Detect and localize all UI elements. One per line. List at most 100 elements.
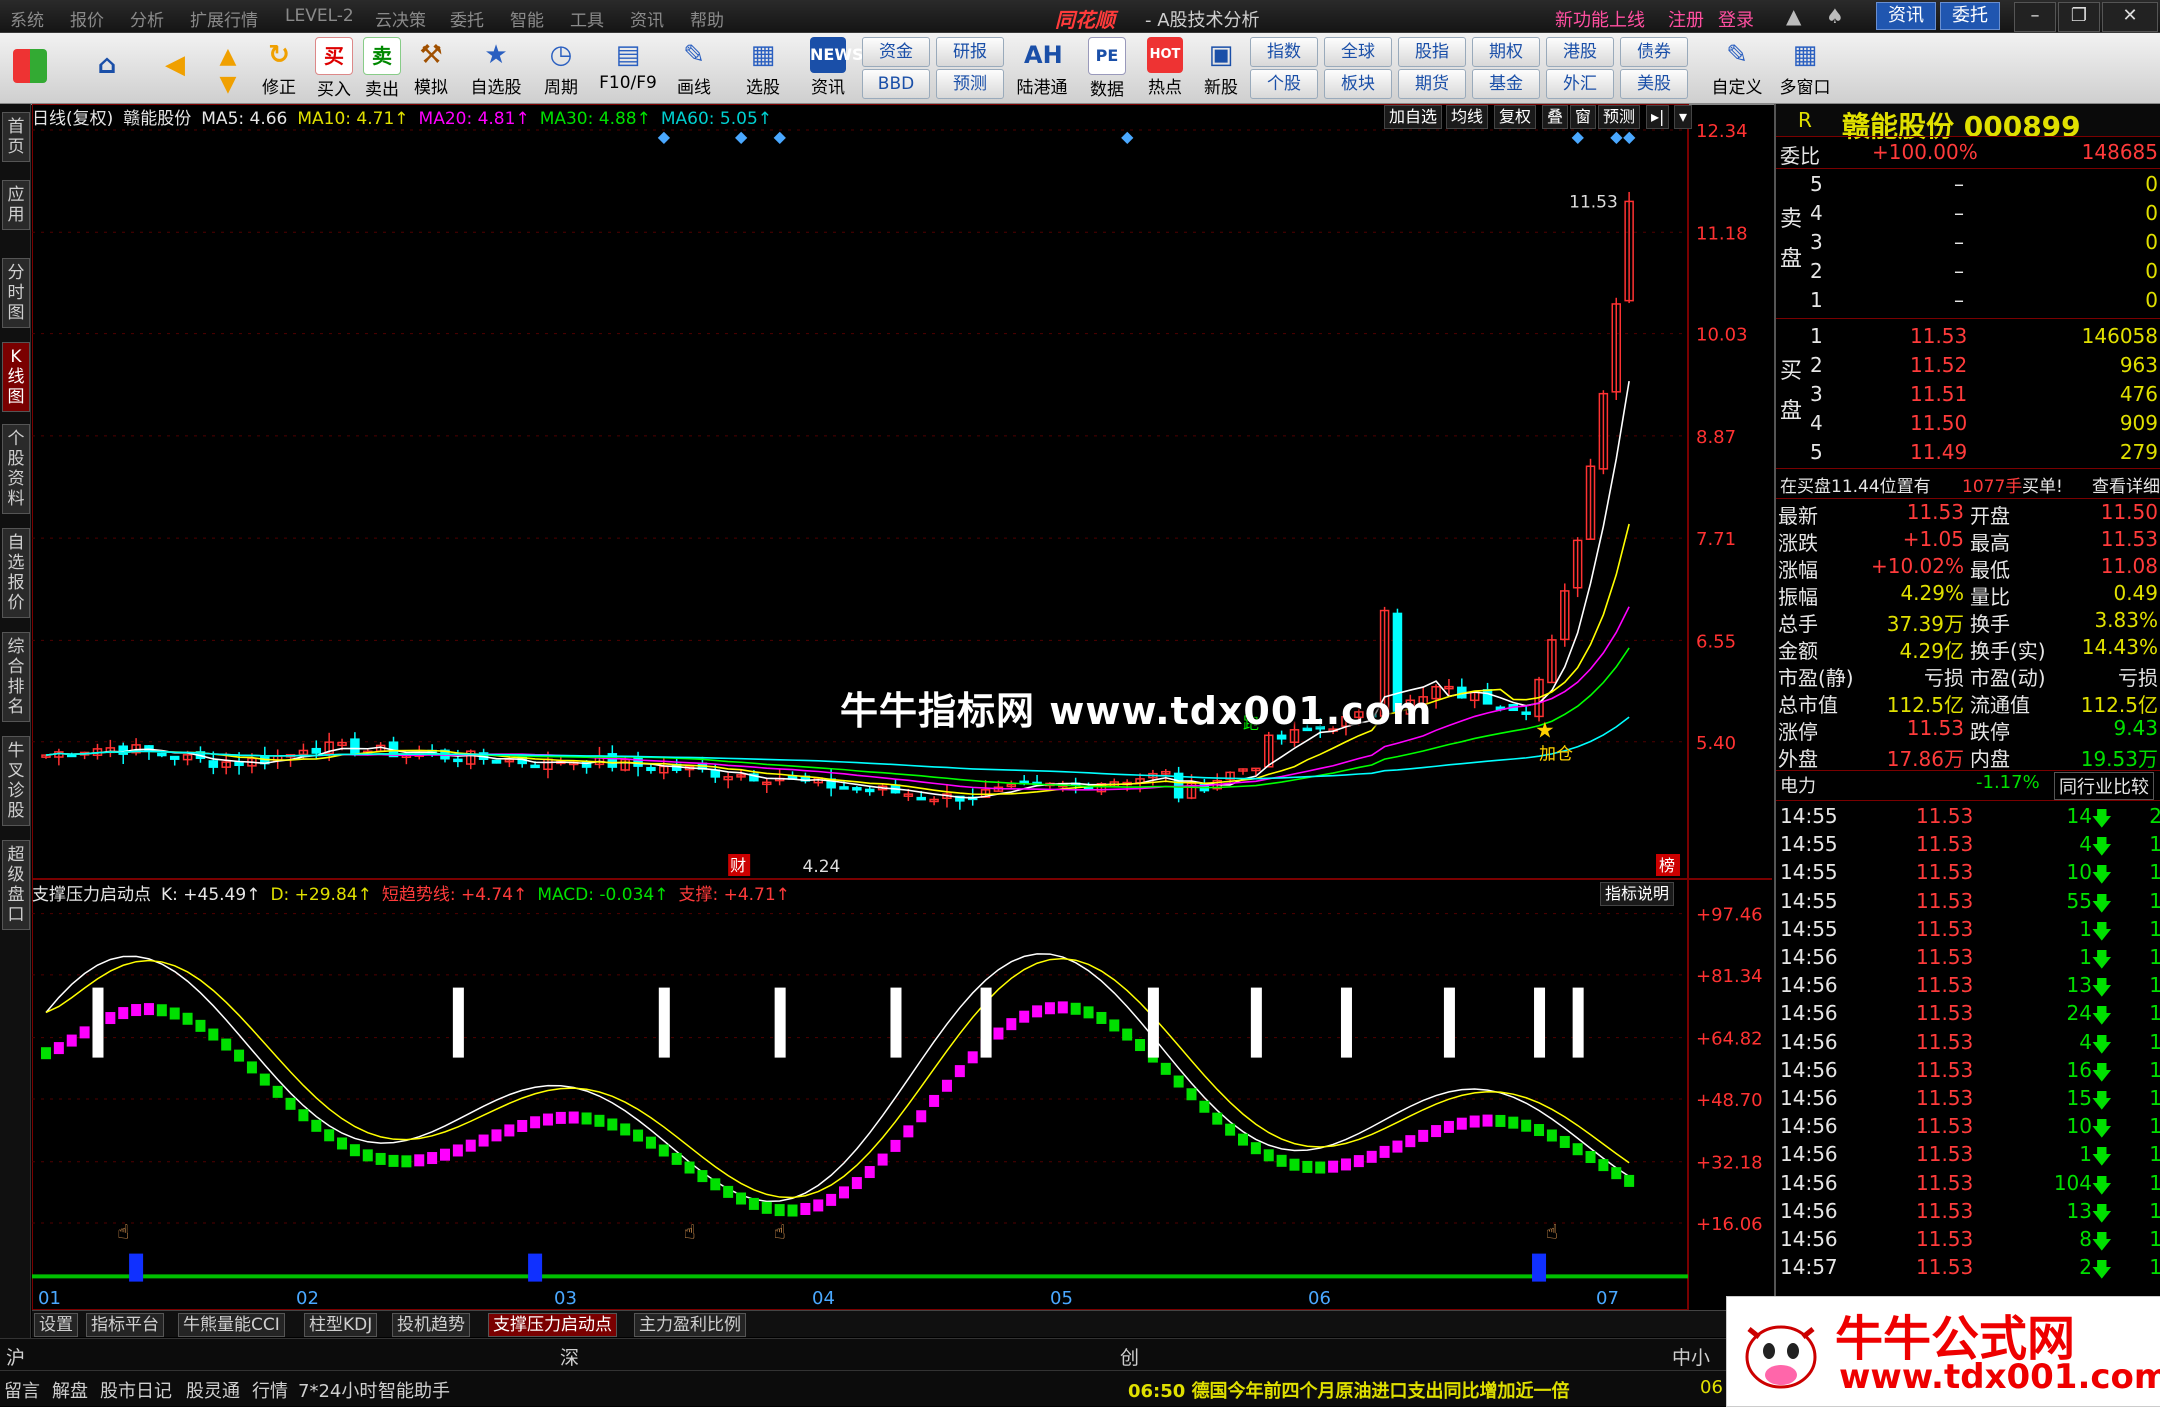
index-zx[interactable]: 中小 <box>1672 1343 1710 1370</box>
bell-icon[interactable]: ▲ <box>1786 4 1801 28</box>
tab-profile[interactable]: 个股资料 <box>2 424 30 514</box>
f10-button[interactable]: ▤ F10/F9 <box>596 35 660 101</box>
login-link[interactable]: 登录 <box>1718 6 1754 32</box>
index-sz[interactable]: 深 <box>560 1343 579 1370</box>
custom-button[interactable]: ✎ 自定义 <box>1706 35 1768 101</box>
ask-price[interactable]: – <box>1954 201 1964 225</box>
hot-button[interactable]: HOT 热点 <box>1140 35 1190 101</box>
watchlist-button[interactable]: ★ 自选股 <box>466 35 526 101</box>
sector-compare-button[interactable]: 同行业比较 <box>2054 772 2154 800</box>
tab-support-pressure[interactable]: 支撑压力启动点 <box>488 1313 617 1337</box>
candle-body[interactable] <box>350 738 360 756</box>
bid-price[interactable]: 11.52 <box>1910 353 1967 377</box>
index-sh[interactable]: 沪 <box>6 1343 25 1370</box>
trade-button[interactable]: 委托 <box>1940 2 2000 30</box>
status-gulingtong[interactable]: 股灵通 <box>186 1377 240 1403</box>
status-analysis[interactable]: 解盘 <box>52 1377 88 1403</box>
market-us[interactable]: 美股 <box>1620 69 1688 99</box>
menu-trade[interactable]: 委托 <box>450 6 484 31</box>
register-link[interactable]: 注册 <box>1668 6 1704 32</box>
market-fx[interactable]: 外汇 <box>1546 69 1614 99</box>
menu-system[interactable]: 系统 <box>10 6 44 31</box>
quick-forecast[interactable]: 预测 <box>936 69 1004 99</box>
menu-cloud[interactable]: 云决策 <box>375 6 426 31</box>
buy-button[interactable]: 买买入 <box>314 35 354 101</box>
market-options[interactable]: 期权 <box>1472 37 1540 67</box>
candle-body[interactable] <box>916 796 926 801</box>
bid-price[interactable]: 11.50 <box>1910 411 1967 435</box>
tab-apps[interactable]: 应用 <box>2 180 30 230</box>
market-funds[interactable]: 基金 <box>1472 69 1540 99</box>
menu-ext-quote[interactable]: 扩展行情 <box>190 6 258 31</box>
tab-main-profit[interactable]: 主力盈利比例 <box>634 1313 746 1337</box>
news-tool-button[interactable]: NEWS 资讯 <box>800 35 864 101</box>
news-ticker[interactable]: 06:50 德国今年前四个月原油进口支出同比增加近一倍 <box>1128 1377 1570 1403</box>
multi-window-button[interactable]: ▦ 多窗口 <box>1774 35 1836 101</box>
market-stockindex[interactable]: 股指 <box>1398 37 1466 67</box>
tab-spec-trend[interactable]: 投机趋势 <box>392 1313 470 1337</box>
status-message[interactable]: 留言 <box>4 1377 40 1403</box>
ask-price[interactable]: – <box>1954 259 1964 283</box>
candle-body[interactable] <box>864 788 875 793</box>
dropdown-icon[interactable]: ▾ <box>1674 105 1693 129</box>
restore-icon[interactable]: ❐ <box>2058 2 2100 32</box>
candle-body[interactable] <box>1482 689 1493 705</box>
tab-settings[interactable]: 设置 <box>34 1313 78 1337</box>
back-arrow-icon[interactable]: ◀ <box>150 35 200 101</box>
tab-watch-quote[interactable]: 自选报价 <box>2 528 30 618</box>
quick-bbd[interactable]: BBD <box>862 69 930 99</box>
tab-kline[interactable]: K线图 <box>2 342 30 412</box>
simulate-button[interactable]: ⚒ 模拟 <box>410 35 452 101</box>
up-down-arrow-icon[interactable]: ▲ ▼ <box>210 35 244 101</box>
stock-picker-button[interactable]: ▦ 选股 <box>732 35 794 101</box>
status-247[interactable]: 7*24小时 <box>298 1377 377 1403</box>
candle-body[interactable] <box>453 758 463 763</box>
menu-analysis[interactable]: 分析 <box>130 6 164 31</box>
indicator-help-button[interactable]: 指标说明 <box>1600 882 1675 906</box>
status-quote[interactable]: 行情 <box>252 1377 288 1403</box>
view-detail-link[interactable]: 查看详细 <box>2092 472 2160 497</box>
tab-indicator-platform[interactable]: 指标平台 <box>86 1313 164 1337</box>
shirt-icon[interactable]: ♠ <box>1826 4 1844 28</box>
hk-connect-button[interactable]: AH 陆港通 <box>1010 35 1074 101</box>
data-button[interactable]: PE 数据 <box>1082 35 1132 101</box>
windows-logo-icon[interactable] <box>10 35 50 101</box>
menu-level2[interactable]: LEVEL-2 <box>285 6 354 26</box>
ma-button[interactable]: 均线 <box>1446 105 1489 129</box>
ask-price[interactable]: – <box>1954 172 1964 196</box>
menu-help[interactable]: 帮助 <box>690 6 724 31</box>
candle-body[interactable] <box>530 764 540 769</box>
candle-body[interactable] <box>839 786 849 790</box>
bid-price[interactable]: 11.51 <box>1910 382 1967 406</box>
candle-body[interactable] <box>208 760 219 768</box>
home-icon[interactable]: ⌂ <box>82 35 132 101</box>
candle-body[interactable] <box>852 787 862 791</box>
market-index[interactable]: 指数 <box>1250 37 1318 67</box>
market-global[interactable]: 全球 <box>1324 37 1392 67</box>
ipo-button[interactable]: ▣ 新股 <box>1196 35 1246 101</box>
news-button[interactable]: 资讯 <box>1876 2 1936 30</box>
candle-body[interactable] <box>646 766 656 772</box>
tab-ranking[interactable]: 综合排名 <box>2 632 30 722</box>
quick-capital[interactable]: 资金 <box>862 37 930 67</box>
bid-price[interactable]: 11.53 <box>1910 324 1967 348</box>
candle-body[interactable] <box>710 769 721 778</box>
period-button[interactable]: ◷ 周期 <box>534 35 588 101</box>
tab-home[interactable]: 首页 <box>2 112 30 162</box>
adjust-button[interactable]: 复权 <box>1494 105 1537 129</box>
market-bond[interactable]: 债券 <box>1620 37 1688 67</box>
bid-price[interactable]: 11.49 <box>1910 440 1967 464</box>
close-icon[interactable]: ✕ <box>2102 2 2158 32</box>
menu-tools[interactable]: 工具 <box>570 6 604 31</box>
sell-button[interactable]: 卖卖出 <box>362 35 402 101</box>
forecast-button[interactable]: 预测 <box>1598 105 1641 129</box>
status-assistant[interactable]: 智能助手 <box>378 1377 450 1403</box>
candle-body[interactable] <box>311 747 322 754</box>
minimize-icon[interactable]: – <box>2014 2 2056 32</box>
tab-diagnose[interactable]: 牛叉诊股 <box>2 736 30 826</box>
tab-cci[interactable]: 牛熊量能CCI <box>178 1313 285 1337</box>
market-hk[interactable]: 港股 <box>1546 37 1614 67</box>
collapse-icon[interactable]: ▸| <box>1646 105 1670 129</box>
market-stock[interactable]: 个股 <box>1250 69 1318 99</box>
sector-name[interactable]: 电力 <box>1780 772 1816 798</box>
